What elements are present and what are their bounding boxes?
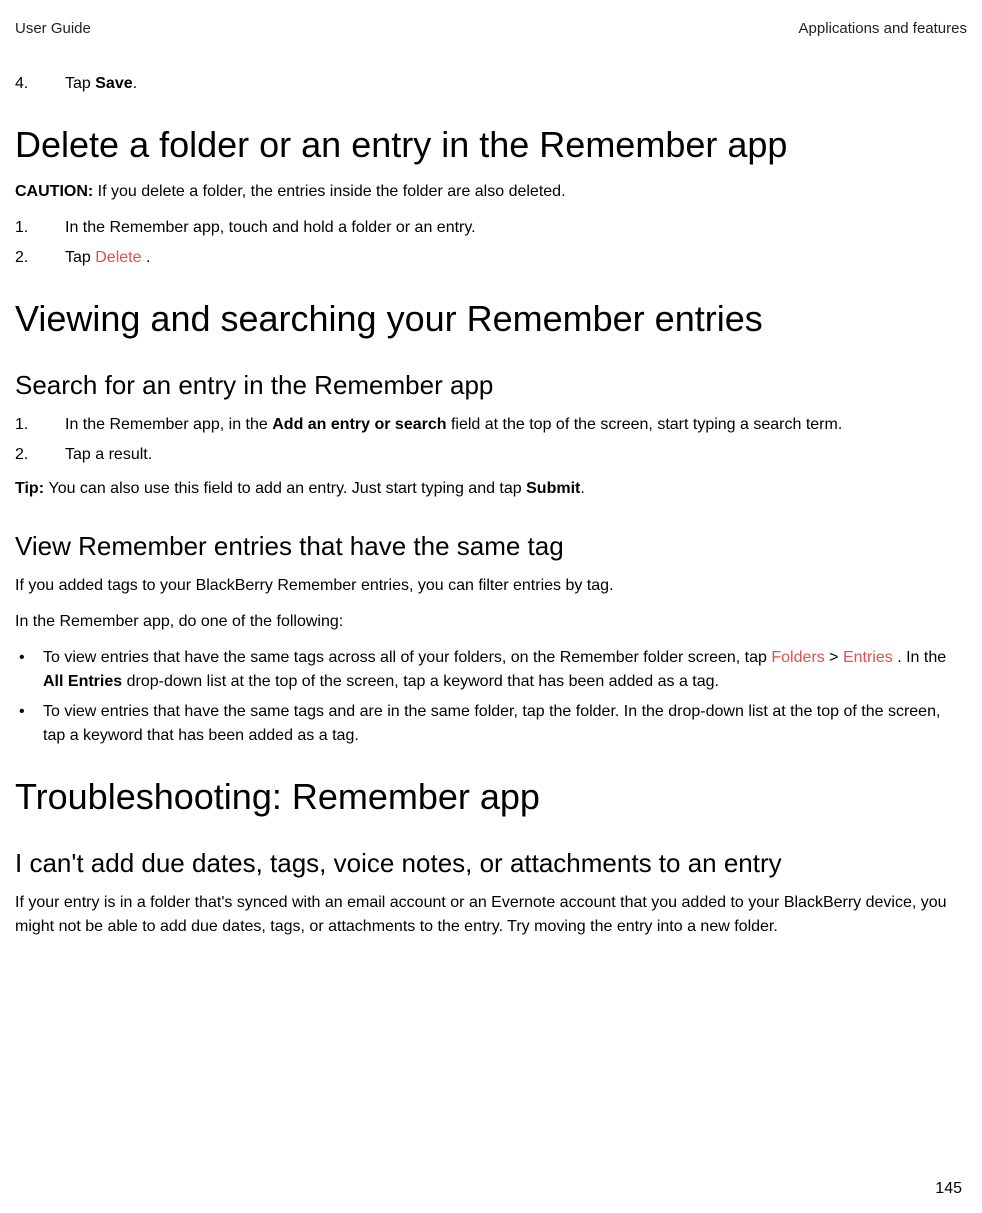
text: > — [825, 649, 843, 666]
tip-label: Tip: — [15, 480, 48, 497]
step-text: Tap Delete . — [65, 246, 967, 270]
heading-viewing-searching: Viewing and searching your Remember entr… — [15, 298, 967, 340]
bullet-icon: • — [15, 700, 43, 748]
heading-delete-folder: Delete a folder or an entry in the Remem… — [15, 124, 967, 166]
troubleshoot-text: If your entry is in a folder that's sync… — [15, 891, 967, 939]
text: Tap — [65, 249, 95, 266]
list-item: 2. Tap a result. — [15, 443, 967, 467]
step-number: 4. — [15, 72, 65, 96]
tag-intro: If you added tags to your BlackBerry Rem… — [15, 574, 967, 598]
text: . In the — [893, 649, 946, 666]
list-item: 2. Tap Delete . — [15, 246, 967, 270]
all-entries-label: All Entries — [43, 673, 122, 690]
bullet-text: To view entries that have the same tags … — [43, 646, 967, 694]
bold-text: Save — [95, 75, 132, 92]
text: . — [142, 249, 151, 266]
step-number: 1. — [15, 413, 65, 437]
page-number: 145 — [935, 1180, 962, 1198]
tip-post: . — [580, 480, 584, 497]
text: field at the top of the screen, start ty… — [447, 416, 843, 433]
bullet-item: • To view entries that have the same tag… — [15, 646, 967, 694]
page-header: User Guide Applications and features — [15, 20, 967, 37]
header-left: User Guide — [15, 20, 91, 37]
text: In the Remember app, in the — [65, 416, 272, 433]
step-4: 4. Tap Save. — [15, 72, 967, 96]
list-item: 1. In the Remember app, touch and hold a… — [15, 216, 967, 240]
bullet-item: • To view entries that have the same tag… — [15, 700, 967, 748]
text: . — [133, 75, 137, 92]
heading-troubleshooting: Troubleshooting: Remember app — [15, 776, 967, 818]
step-text: In the Remember app, touch and hold a fo… — [65, 216, 967, 240]
step-number: 2. — [15, 246, 65, 270]
bold-text: Add an entry or search — [272, 416, 446, 433]
entries-label: Entries — [843, 649, 893, 666]
header-right: Applications and features — [799, 20, 967, 37]
list-item: 1. In the Remember app, in the Add an en… — [15, 413, 967, 437]
bullet-text: To view entries that have the same tags … — [43, 700, 967, 748]
folders-label: Folders — [771, 649, 824, 666]
heading-search-entry: Search for an entry in the Remember app — [15, 370, 967, 401]
step-number: 2. — [15, 443, 65, 467]
text: To view entries that have the same tags … — [43, 649, 771, 666]
step-text: In the Remember app, in the Add an entry… — [65, 413, 967, 437]
bullet-icon: • — [15, 646, 43, 694]
caution-label: CAUTION: — [15, 183, 98, 200]
heading-cant-add: I can't add due dates, tags, voice notes… — [15, 848, 967, 879]
text: Tap — [65, 75, 95, 92]
heading-same-tag: View Remember entries that have the same… — [15, 531, 967, 562]
text: drop-down list at the top of the screen,… — [122, 673, 719, 690]
delete-label: Delete — [95, 249, 141, 266]
caution-paragraph: CAUTION: If you delete a folder, the ent… — [15, 180, 967, 204]
step-text: Tap Save. — [65, 72, 967, 96]
caution-text: If you delete a folder, the entries insi… — [98, 183, 566, 200]
tip-text: You can also use this field to add an en… — [48, 480, 526, 497]
do-following: In the Remember app, do one of the follo… — [15, 610, 967, 634]
step-number: 1. — [15, 216, 65, 240]
step-text: Tap a result. — [65, 443, 967, 467]
tip-paragraph: Tip: You can also use this field to add … — [15, 477, 967, 501]
tip-bold: Submit — [526, 480, 580, 497]
